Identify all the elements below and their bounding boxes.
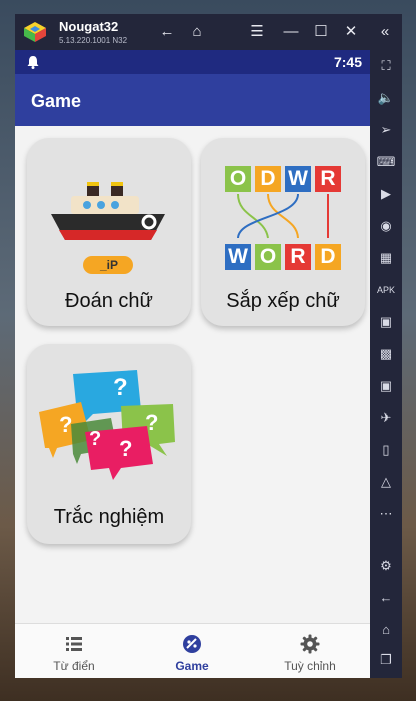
nav-item-settings[interactable]: Tuỳ chỉnh: [251, 624, 369, 678]
apk-install-icon[interactable]: APK: [376, 280, 396, 300]
page-title: Game: [31, 91, 82, 111]
list-icon: [66, 637, 82, 651]
airplane-icon[interactable]: ✈: [376, 408, 396, 428]
multi-instance-icon[interactable]: ▦: [376, 248, 396, 268]
letter-tile: D: [315, 244, 341, 270]
minimize-icon[interactable]: —: [281, 22, 301, 42]
notification-bell-icon: [27, 56, 39, 69]
bottom-navigation: Từ điển Game Tuỳ chỉnh: [15, 623, 370, 678]
game-icon: [183, 635, 201, 653]
nav-label-game: Game: [175, 659, 209, 673]
game-label-arrange-word: Sắp xếp chữ: [226, 290, 340, 312]
fullscreen-icon[interactable]: ⛶: [376, 56, 396, 76]
nav-label-dictionary: Từ điển: [53, 659, 95, 673]
question-mark: ?: [145, 410, 159, 435]
emulator-sidebar: ⛶ 🔈 ➢ ⌨ ▶ ◉ ▦ APK ▣ ▩ ▣ ✈ ▯ △ ⋯ ⚙ ← ⌂ ❐: [370, 50, 402, 678]
question-mark: ?: [113, 374, 128, 401]
letter-tile: D: [255, 166, 281, 192]
question-mark: ?: [89, 428, 102, 450]
eraser-icon[interactable]: △: [376, 472, 396, 492]
settings-gear-icon[interactable]: ⚙: [376, 556, 396, 576]
shuffle-arrows-icon: [237, 193, 329, 239]
pointer-icon[interactable]: ➢: [376, 120, 396, 140]
record-icon[interactable]: ▶: [376, 184, 396, 204]
letter-tile: R: [285, 244, 311, 270]
question-mark: ?: [119, 436, 133, 461]
android-back-icon[interactable]: ←: [376, 588, 396, 608]
recent-apps-icon[interactable]: ❐: [376, 650, 396, 670]
game-card-arrange-word[interactable]: O D W R W O R D Sắp xếp chữ: [201, 138, 365, 326]
emulator-name: Nougat32: [59, 19, 119, 34]
letter-tile: W: [225, 244, 251, 270]
volume-icon[interactable]: 🔈: [376, 88, 396, 108]
question-mark: ?: [59, 412, 73, 437]
rotate-icon[interactable]: ▯: [376, 440, 396, 460]
nav-item-game[interactable]: Game: [133, 624, 251, 678]
screenshot-icon[interactable]: ▣: [376, 312, 396, 332]
word-tiles-icon: O D W R W O R D: [225, 162, 341, 278]
nav-label-settings: Tuỳ chỉnh: [284, 659, 336, 673]
status-bar: 7:45: [15, 50, 370, 74]
emulator-version: 5.13.220.1001 N32: [59, 36, 128, 45]
media-folder-icon[interactable]: ▣: [376, 376, 396, 396]
back-arrow-icon[interactable]: ←: [157, 22, 177, 42]
letter-tile: O: [255, 244, 281, 270]
android-screen: 7:45 Game _iP Đoán chữ O D W R W O R D S…: [15, 50, 370, 678]
emulator-title-bar: Nougat32 5.13.220.1001 N32 ← ⌂ ☰ — ☐ ✕ «: [15, 14, 402, 50]
android-home-icon[interactable]: ⌂: [376, 620, 396, 640]
status-time: 7:45: [333, 54, 362, 70]
ip-badge: _iP: [99, 258, 118, 272]
more-icon[interactable]: ⋯: [376, 504, 396, 524]
screen-record-icon[interactable]: ▩: [376, 344, 396, 364]
letter-tile: R: [315, 166, 341, 192]
collapse-sidebar-icon[interactable]: «: [375, 22, 395, 42]
home-icon[interactable]: ⌂: [187, 22, 207, 42]
game-label-guess-word: Đoán chữ: [65, 290, 153, 312]
game-label-quiz: Trắc nghiệm: [53, 506, 165, 528]
letter-tile: O: [225, 166, 251, 192]
nav-item-dictionary[interactable]: Từ điển: [15, 624, 133, 678]
macro-icon[interactable]: ◉: [376, 216, 396, 236]
game-card-quiz[interactable]: ? ? ? ? ? Trắc nghiệm: [27, 344, 191, 544]
game-card-guess-word[interactable]: _iP Đoán chữ: [27, 138, 191, 326]
gear-icon: [300, 634, 320, 654]
keyboard-icon[interactable]: ⌨: [376, 152, 396, 172]
menu-icon[interactable]: ☰: [247, 22, 267, 42]
bluestacks-logo-icon: [24, 22, 46, 42]
close-icon[interactable]: ✕: [341, 22, 361, 42]
maximize-icon[interactable]: ☐: [311, 22, 331, 42]
app-bar: Game: [15, 74, 370, 126]
letter-tile: W: [285, 166, 311, 192]
